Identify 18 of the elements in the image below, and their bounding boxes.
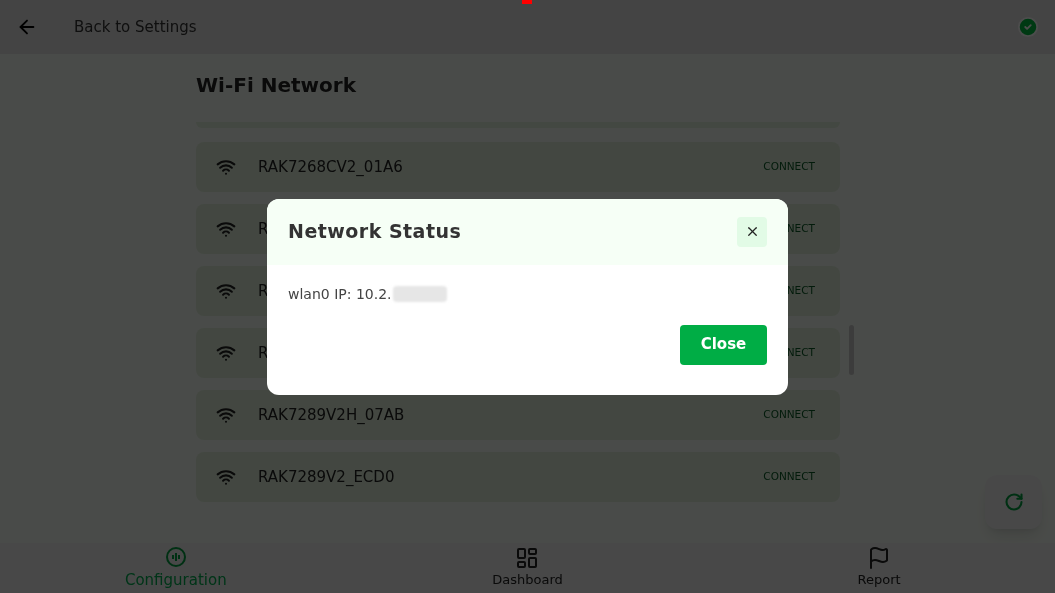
- network-name: RAK7289V2H_07AB: [258, 404, 405, 426]
- network-name: R: [258, 218, 269, 240]
- connect-button[interactable]: CONNECT: [763, 159, 815, 175]
- ip-address: wlan0 IP: 10.2.: [288, 284, 392, 304]
- network-name: RAK7268CV2_01A6: [258, 156, 403, 178]
- connect-button[interactable]: NECT: [786, 345, 815, 361]
- network-name: RAK7289V2_ECD0: [258, 466, 395, 488]
- close-button[interactable]: Close: [680, 324, 767, 365]
- connect-button[interactable]: NECT: [786, 283, 815, 299]
- page-title: Wi-Fi Network: [196, 72, 357, 98]
- connect-button[interactable]: CONNECT: [763, 407, 815, 423]
- dialog-title: Network Status: [288, 219, 462, 245]
- connect-button[interactable]: CONNECT: [763, 469, 815, 485]
- network-name: R: [258, 280, 269, 302]
- status-marker: [522, 0, 532, 4]
- network-name: R: [258, 342, 269, 364]
- connect-button[interactable]: NECT: [786, 221, 815, 237]
- close-icon-button[interactable]: [737, 216, 767, 247]
